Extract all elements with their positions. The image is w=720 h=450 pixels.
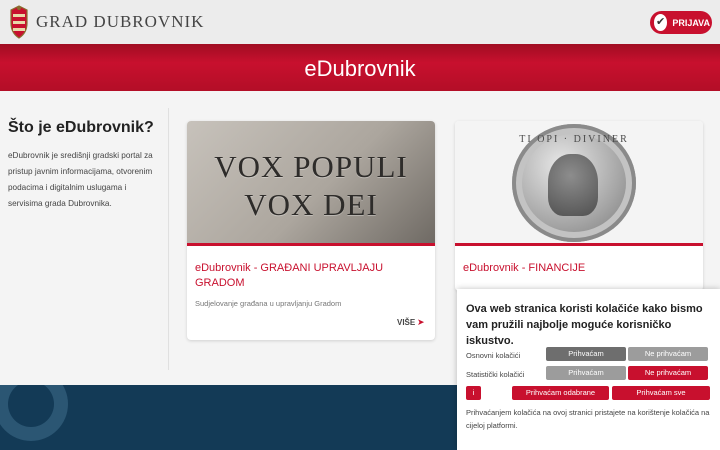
coin-portrait	[548, 154, 598, 216]
login-label: PRIJAVA	[672, 17, 710, 28]
login-button[interactable]: ✔ PRIJAVA	[650, 11, 712, 34]
accept-all-button[interactable]: Prihvaćam sve	[612, 386, 710, 400]
card-more-link[interactable]: VIŠE	[397, 318, 415, 327]
cookie-row-label-basic: Osnovni kolačići	[466, 351, 521, 360]
cookie-banner: Ova web stranica koristi kolačiće kako b…	[457, 289, 720, 450]
cookie-row-label-statistics: Statistički kolačići	[466, 370, 525, 379]
card-subtitle: Sudjelovanje građana u upravljanju Grado…	[195, 299, 342, 308]
accept-selected-button[interactable]: Prihvaćam odabrane	[512, 386, 609, 400]
coin-icon: TI OPI · DIVINER	[512, 124, 636, 242]
card-accent-bar	[187, 243, 435, 246]
sidebar-text: eDubrovnik je središnji gradski portal z…	[8, 151, 153, 208]
cookie-title: Ova web stranica koristi kolačiće kako b…	[466, 303, 703, 347]
chevron-right-icon[interactable]: ➤	[417, 317, 425, 328]
card-image-text-2: VOX DEI	[244, 187, 378, 222]
card-title[interactable]: eDubrovnik - GRAĐANI UPRAVLJAJU GRADOM	[195, 261, 425, 291]
statistics-reject-button[interactable]: Ne prihvaćam	[628, 366, 708, 380]
info-button[interactable]: i	[466, 386, 481, 400]
brand-name[interactable]: GRAD DUBROVNIK	[36, 12, 204, 32]
card-title[interactable]: eDubrovnik - FINANCIJE	[463, 261, 693, 276]
top-bar: GRAD DUBROVNIK ✔ PRIJAVA	[0, 0, 720, 44]
cookie-footer-text: Prihvaćanjem kolačića na ovoj stranici p…	[466, 408, 710, 430]
page-title: eDubrovnik	[304, 56, 416, 81]
footer-logo-inner	[8, 385, 54, 427]
basic-accept-button[interactable]: Prihvaćam	[546, 347, 626, 361]
card-accent-bar	[455, 243, 703, 246]
statistics-accept-button[interactable]: Prihvaćam	[546, 366, 626, 380]
basic-reject-button[interactable]: Ne prihvaćam	[628, 347, 708, 361]
check-icon: ✔	[654, 14, 668, 31]
card-image-vox-populi: VOX POPULI VOX DEI	[187, 121, 435, 243]
service-card-finance[interactable]: TI OPI · DIVINER eDubrovnik - FINANCIJE	[455, 121, 703, 291]
footer-logo-icon	[0, 385, 68, 441]
coin-inscription: TI OPI · DIVINER	[519, 134, 629, 145]
card-image-coin: TI OPI · DIVINER	[455, 121, 703, 243]
hero-banner: eDubrovnik	[0, 44, 720, 91]
divider	[168, 108, 169, 370]
card-image-text-1: VOX POPULI	[214, 149, 408, 184]
sidebar-title: Što je eDubrovnik?	[8, 119, 154, 136]
service-card-citizens[interactable]: VOX POPULI VOX DEI eDubrovnik - GRAĐANI …	[187, 121, 435, 340]
crest-icon[interactable]	[8, 5, 30, 39]
